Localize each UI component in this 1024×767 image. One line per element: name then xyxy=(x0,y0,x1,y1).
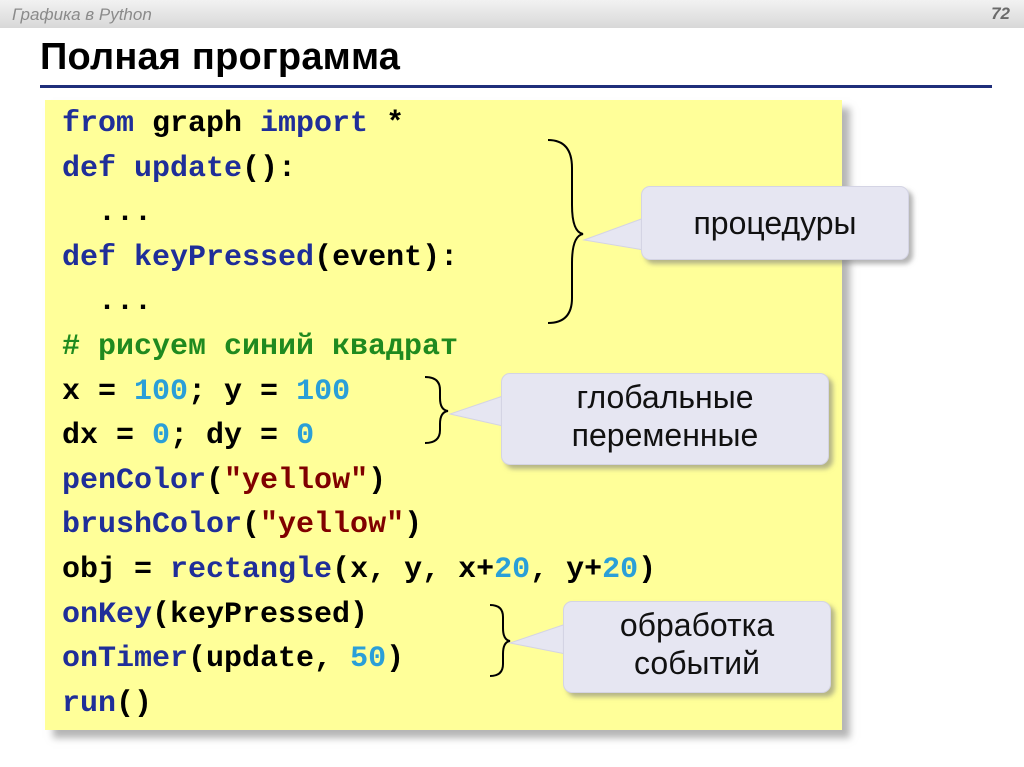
globals-label-line2: переменные xyxy=(571,417,759,453)
events-callout: обработка событий xyxy=(563,601,831,693)
globals-brace xyxy=(424,376,449,444)
globals-label-line1: глобальные xyxy=(576,379,754,415)
procedures-callout: процедуры xyxy=(641,186,909,260)
procedures-brace xyxy=(547,139,584,324)
events-label-line1: обработка xyxy=(619,607,775,643)
procedures-label: процедуры xyxy=(693,205,857,241)
procedures-pointer xyxy=(582,217,645,251)
events-brace xyxy=(489,604,511,677)
events-label-line2: событий xyxy=(634,645,760,681)
globals-callout: глобальные переменные xyxy=(501,373,829,465)
globals-pointer xyxy=(448,395,504,427)
events-pointer xyxy=(508,623,567,655)
